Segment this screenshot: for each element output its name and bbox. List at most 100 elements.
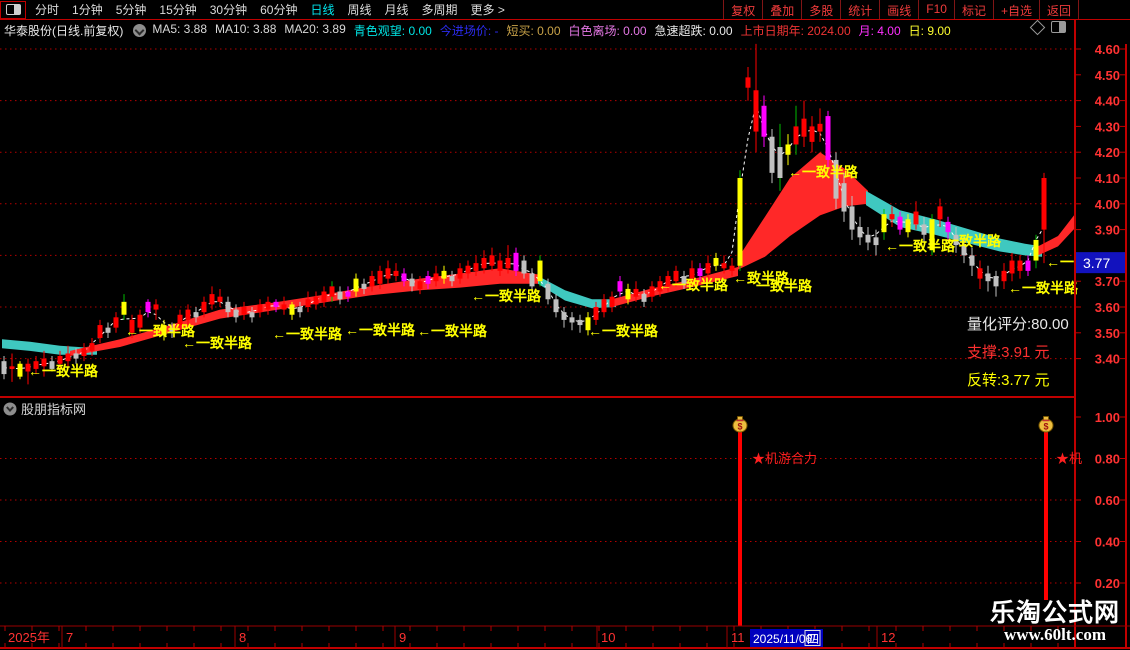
- period-tab-5分钟[interactable]: 5分钟: [116, 1, 147, 18]
- indicator-field: 今进场价: -: [439, 23, 499, 38]
- top-toolbar: 分时 1分钟 5分钟 15分钟 30分钟 60分钟 日线 周线 月线 多周期 更多 > 复权 叠加 多股…: [0, 0, 1130, 20]
- period-tab-周线[interactable]: 周线: [347, 1, 371, 18]
- buy-signal: $ ★机游合力: [732, 416, 817, 626]
- svg-text:3.40: 3.40: [1095, 352, 1120, 367]
- period-nav: 分时 1分钟 5分钟 15分钟 30分钟 60分钟 日线 周线 月线 多周期 更多 >: [35, 1, 505, 18]
- infobar-icons: [1029, 19, 1066, 35]
- signal-label: ←一致半路: [182, 335, 253, 351]
- indicator-field: MA20: 3.89: [284, 21, 346, 36]
- stock-title[interactable]: 华泰股份(日线.前复权): [4, 22, 123, 39]
- watermark-site-name: 乐淘公式网: [989, 599, 1120, 627]
- period-tab-1分钟[interactable]: 1分钟: [72, 1, 103, 18]
- menu-+自选[interactable]: +自选: [992, 0, 1040, 19]
- indicator-field: MA5: 3.88: [152, 21, 208, 36]
- svg-text:1.00: 1.00: [1095, 410, 1120, 425]
- svg-text:3.90: 3.90: [1095, 223, 1120, 238]
- panel-split-icon[interactable]: [1051, 21, 1066, 33]
- menu-叠加[interactable]: 叠加: [762, 0, 803, 19]
- signal-label: ←一致半路: [658, 277, 729, 293]
- svg-text:3.50: 3.50: [1095, 326, 1120, 341]
- svg-text:4.10: 4.10: [1095, 171, 1120, 186]
- quant-annotation: 支撑:3.91 元: [967, 344, 1050, 361]
- svg-text:$: $: [1043, 422, 1048, 432]
- sub-panel-title: 股朋指标网: [21, 402, 86, 417]
- time-axis: 2025/11/06/四: [0, 625, 1130, 649]
- svg-text:4.20: 4.20: [1095, 145, 1120, 160]
- watermark-url: www.60lt.com: [1004, 625, 1106, 644]
- diamond-icon[interactable]: [1029, 19, 1046, 35]
- svg-text:3.70: 3.70: [1095, 274, 1120, 289]
- period-tab-多周期[interactable]: 多周期: [422, 1, 458, 18]
- signal-text: ★机游合力: [752, 451, 817, 466]
- indicator-info-bar: 华泰股份(日线.前复权) MA5: 3.88 MA10: 3.88 MA20: 3.…: [0, 20, 1075, 40]
- menu-标记[interactable]: 标记: [953, 0, 994, 19]
- indicator-field: 上市日期年: 2024.00: [740, 23, 851, 38]
- svg-text:4.50: 4.50: [1095, 68, 1120, 83]
- axis-month-label: 10: [601, 630, 615, 645]
- svg-text:4.30: 4.30: [1095, 119, 1120, 134]
- axis-year-label: 2025年: [8, 630, 50, 645]
- quant-annotation: 反转:3.77 元: [967, 372, 1050, 389]
- money-bag-icon: $: [732, 416, 748, 433]
- svg-text:0.20: 0.20: [1095, 576, 1120, 591]
- signal-label: ←一致半路: [272, 326, 343, 342]
- menu-统计[interactable]: 统计: [840, 0, 881, 19]
- svg-text:3.77: 3.77: [1083, 255, 1110, 271]
- axis-month-label: 12: [881, 630, 895, 645]
- signal-label: 一致半路: [945, 233, 1002, 249]
- signal-label: ←一致半路: [588, 323, 659, 339]
- menu-复权[interactable]: 复权: [723, 0, 764, 19]
- svg-text:4.40: 4.40: [1095, 94, 1120, 109]
- period-tab-分时[interactable]: 分时: [35, 1, 59, 18]
- menu-画线[interactable]: 画线: [879, 0, 920, 19]
- signal-label: ←一致半路: [1008, 280, 1079, 296]
- menu-F10[interactable]: F10: [918, 0, 955, 19]
- chevron-down-icon[interactable]: [133, 23, 147, 37]
- axis-month-label: 11: [731, 630, 745, 645]
- svg-text:0.60: 0.60: [1095, 493, 1120, 508]
- menu-多股[interactable]: 多股: [801, 0, 842, 19]
- signal-label: ←一致半路: [28, 363, 99, 379]
- svg-text:0.40: 0.40: [1095, 535, 1120, 550]
- period-tab-60分钟[interactable]: 60分钟: [260, 1, 297, 18]
- quant-annotation: 量化评分:80.00: [967, 316, 1069, 333]
- period-tab-日线[interactable]: 日线: [310, 1, 334, 18]
- money-bag-icon: $: [1038, 416, 1054, 433]
- watermark: 乐淘公式网 www.60lt.com: [980, 600, 1130, 644]
- signal-label: 一致半路: [756, 278, 813, 294]
- indicator-field: 短买: 0.00: [506, 23, 561, 38]
- indicator-field: MA10: 3.88: [215, 21, 277, 36]
- period-tab-30分钟[interactable]: 30分钟: [210, 1, 247, 18]
- window-corner-button[interactable]: [0, 0, 26, 19]
- signal-label: ←一致半路: [471, 288, 542, 304]
- svg-text:0.80: 0.80: [1095, 452, 1120, 467]
- indicator-field: 月: 4.00: [858, 23, 901, 38]
- svg-text:$: $: [737, 422, 742, 432]
- indicator-field: 急速超跌: 0.00: [654, 23, 733, 38]
- indicator-values: MA5: 3.88 MA10: 3.88 MA20: 3.89 青色观望: 0.00 今…: [152, 22, 958, 39]
- svg-text:4.00: 4.00: [1095, 197, 1120, 212]
- menu-返回[interactable]: 返回: [1038, 0, 1079, 19]
- signal-label: ←一致半路: [788, 164, 859, 180]
- sub-indicator-panel: 股朋指标网 $ ★机游合力 $ ★机: [0, 396, 1126, 626]
- signal-label: ←一致半路: [345, 322, 416, 338]
- sub-panel-header[interactable]: 股朋指标网: [3, 402, 87, 417]
- axis-month-label: 9: [399, 630, 406, 645]
- period-tab-月线[interactable]: 月线: [385, 1, 409, 18]
- indicator-field: 日: 9.00: [908, 23, 951, 38]
- indicator-field: 青色观望: 0.00: [353, 23, 432, 38]
- period-tab-更多 >[interactable]: 更多 >: [471, 1, 505, 18]
- period-tab-15分钟[interactable]: 15分钟: [159, 1, 196, 18]
- svg-text:四: 四: [807, 632, 819, 646]
- axis-month-label: 8: [239, 630, 246, 645]
- signal-text: ★机: [1056, 451, 1082, 466]
- svg-text:4.60: 4.60: [1095, 42, 1120, 57]
- toolbar-right-menu: 复权 叠加 多股 统计 画线 F10 标记 +自选 返回: [723, 0, 1079, 19]
- selected-date-box: 2025/11/06/四: [750, 629, 823, 647]
- signal-label: ←一致半路: [417, 323, 488, 339]
- svg-text:3.60: 3.60: [1095, 300, 1120, 315]
- split-view-icon: [5, 4, 21, 15]
- axis-month-label: 7: [66, 630, 73, 645]
- indicator-field: 白色离场: 0.00: [568, 23, 647, 38]
- main-chart: ←一致半路←一致半路←一致半路←一致半路 ←一致半路 ←一致半路←一致半路←一致半路…: [0, 20, 1130, 649]
